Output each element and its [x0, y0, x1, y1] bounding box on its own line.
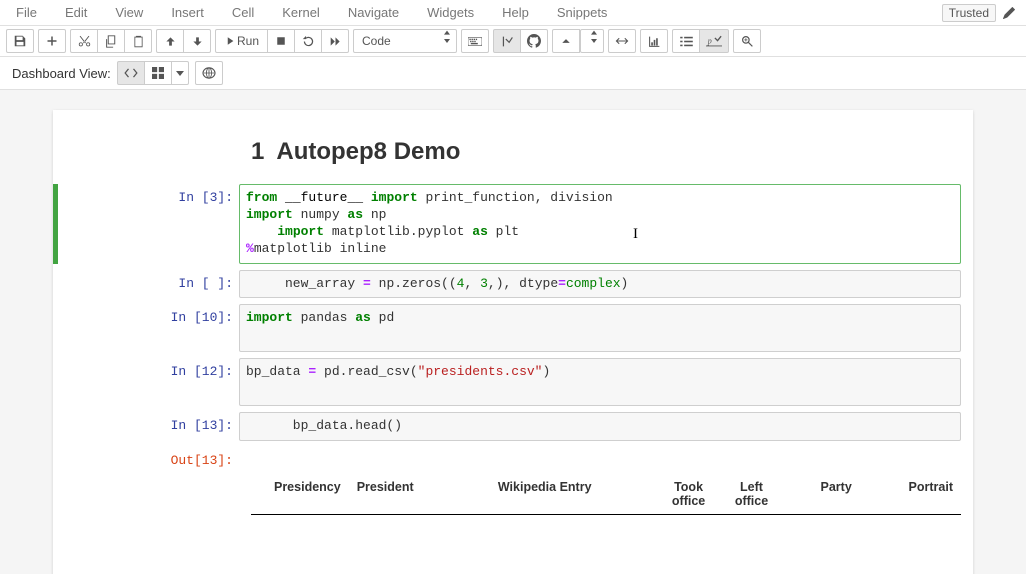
output-prompt-row: Out[13]:: [53, 447, 961, 468]
cell-input-area[interactable]: from __future__ import print_function, d…: [239, 184, 961, 264]
restart-run-all-button[interactable]: [321, 29, 349, 53]
variable-inspector-button[interactable]: [733, 29, 761, 53]
paste-button[interactable]: [124, 29, 152, 53]
code-cell[interactable]: In [3]:from __future__ import print_func…: [53, 184, 961, 264]
menu-edit[interactable]: Edit: [51, 1, 101, 24]
interrupt-button[interactable]: [267, 29, 295, 53]
add-cell-button[interactable]: [38, 29, 66, 53]
cell-input-prompt: In [13]:: [53, 412, 239, 441]
expand-button[interactable]: [608, 29, 636, 53]
dashboard-label: Dashboard View:: [12, 66, 111, 81]
chart-button[interactable]: [640, 29, 668, 53]
cell-input-area[interactable]: new_array = np.zeros((4, 3,), dtype=comp…: [239, 270, 961, 299]
cell-input-prompt: In [ ]:: [53, 270, 239, 299]
menubar: File Edit View Insert Cell Kernel Naviga…: [0, 0, 1026, 26]
code-cell[interactable]: In [12]:bp_data = pd.read_csv("president…: [53, 358, 961, 406]
nav-select[interactable]: [580, 29, 604, 53]
cell-input-prompt: In [12]:: [53, 358, 239, 406]
table-header: Took office: [657, 474, 720, 514]
dashboard-dropdown-button[interactable]: [171, 61, 189, 85]
move-up-button[interactable]: [156, 29, 184, 53]
code-cell[interactable]: In [ ]: new_array = np.zeros((4, 3,), dt…: [53, 270, 961, 299]
menu-help[interactable]: Help: [488, 1, 543, 24]
notebook-paper: 1Autopep8 Demo In [3]:from __future__ im…: [53, 110, 973, 574]
cell-input-prompt: In [3]:: [53, 184, 239, 264]
cell-input-area[interactable]: bp_data.head(): [239, 412, 961, 441]
move-down-button[interactable]: [183, 29, 211, 53]
table-header: Wikipedia Entry: [490, 474, 657, 514]
menu-kernel[interactable]: Kernel: [268, 1, 334, 24]
table-header-row: Presidency President Wikipedia Entry Too…: [251, 474, 961, 515]
table-header: Left office: [720, 474, 783, 514]
cell-type-select[interactable]: Code: [353, 29, 457, 53]
menu-cell[interactable]: Cell: [218, 1, 268, 24]
autopep-selected-button[interactable]: [493, 29, 521, 53]
code-cell[interactable]: In [10]:import pandas as pd: [53, 304, 961, 352]
run-button[interactable]: Run: [215, 29, 268, 53]
restart-button[interactable]: [294, 29, 322, 53]
dashboard-preview-button[interactable]: [195, 61, 223, 85]
code-cell[interactable]: In [13]: bp_data.head(): [53, 412, 961, 441]
github-button[interactable]: [520, 29, 548, 53]
menu-file[interactable]: File: [2, 1, 51, 24]
format-button[interactable]: p: [699, 29, 729, 53]
dashboard-bar: Dashboard View:: [0, 57, 1026, 90]
trusted-indicator[interactable]: Trusted: [942, 4, 996, 22]
nav-up-button[interactable]: [552, 29, 580, 53]
menu-view[interactable]: View: [101, 1, 157, 24]
menu-widgets[interactable]: Widgets: [413, 1, 488, 24]
output-table: Presidency President Wikipedia Entry Too…: [251, 474, 961, 515]
menu-snippets[interactable]: Snippets: [543, 1, 622, 24]
table-header: Presidency: [251, 474, 349, 514]
dashboard-grid-button[interactable]: [144, 61, 172, 85]
svg-text:p: p: [707, 36, 712, 45]
pencil-icon[interactable]: [1000, 4, 1018, 22]
list-button[interactable]: [672, 29, 700, 53]
cell-input-area[interactable]: import pandas as pd: [239, 304, 961, 352]
table-header: Party: [783, 474, 889, 514]
page-title: 1Autopep8 Demo: [251, 138, 973, 166]
menu-navigate[interactable]: Navigate: [334, 1, 413, 24]
cell-input-area[interactable]: bp_data = pd.read_csv("presidents.csv"): [239, 358, 961, 406]
notebook-canvas: 1Autopep8 Demo In [3]:from __future__ im…: [0, 90, 1026, 574]
dashboard-code-button[interactable]: [117, 61, 145, 85]
cell-output-prompt: Out[13]:: [53, 447, 239, 468]
table-header: President: [349, 474, 490, 514]
command-palette-button[interactable]: [461, 29, 489, 53]
toolbar: Run Code: [0, 26, 1026, 57]
cut-button[interactable]: [70, 29, 98, 53]
copy-button[interactable]: [97, 29, 125, 53]
save-button[interactable]: [6, 29, 34, 53]
table-header: Portrait: [889, 474, 961, 514]
menu-insert[interactable]: Insert: [157, 1, 218, 24]
cell-input-prompt: In [10]:: [53, 304, 239, 352]
